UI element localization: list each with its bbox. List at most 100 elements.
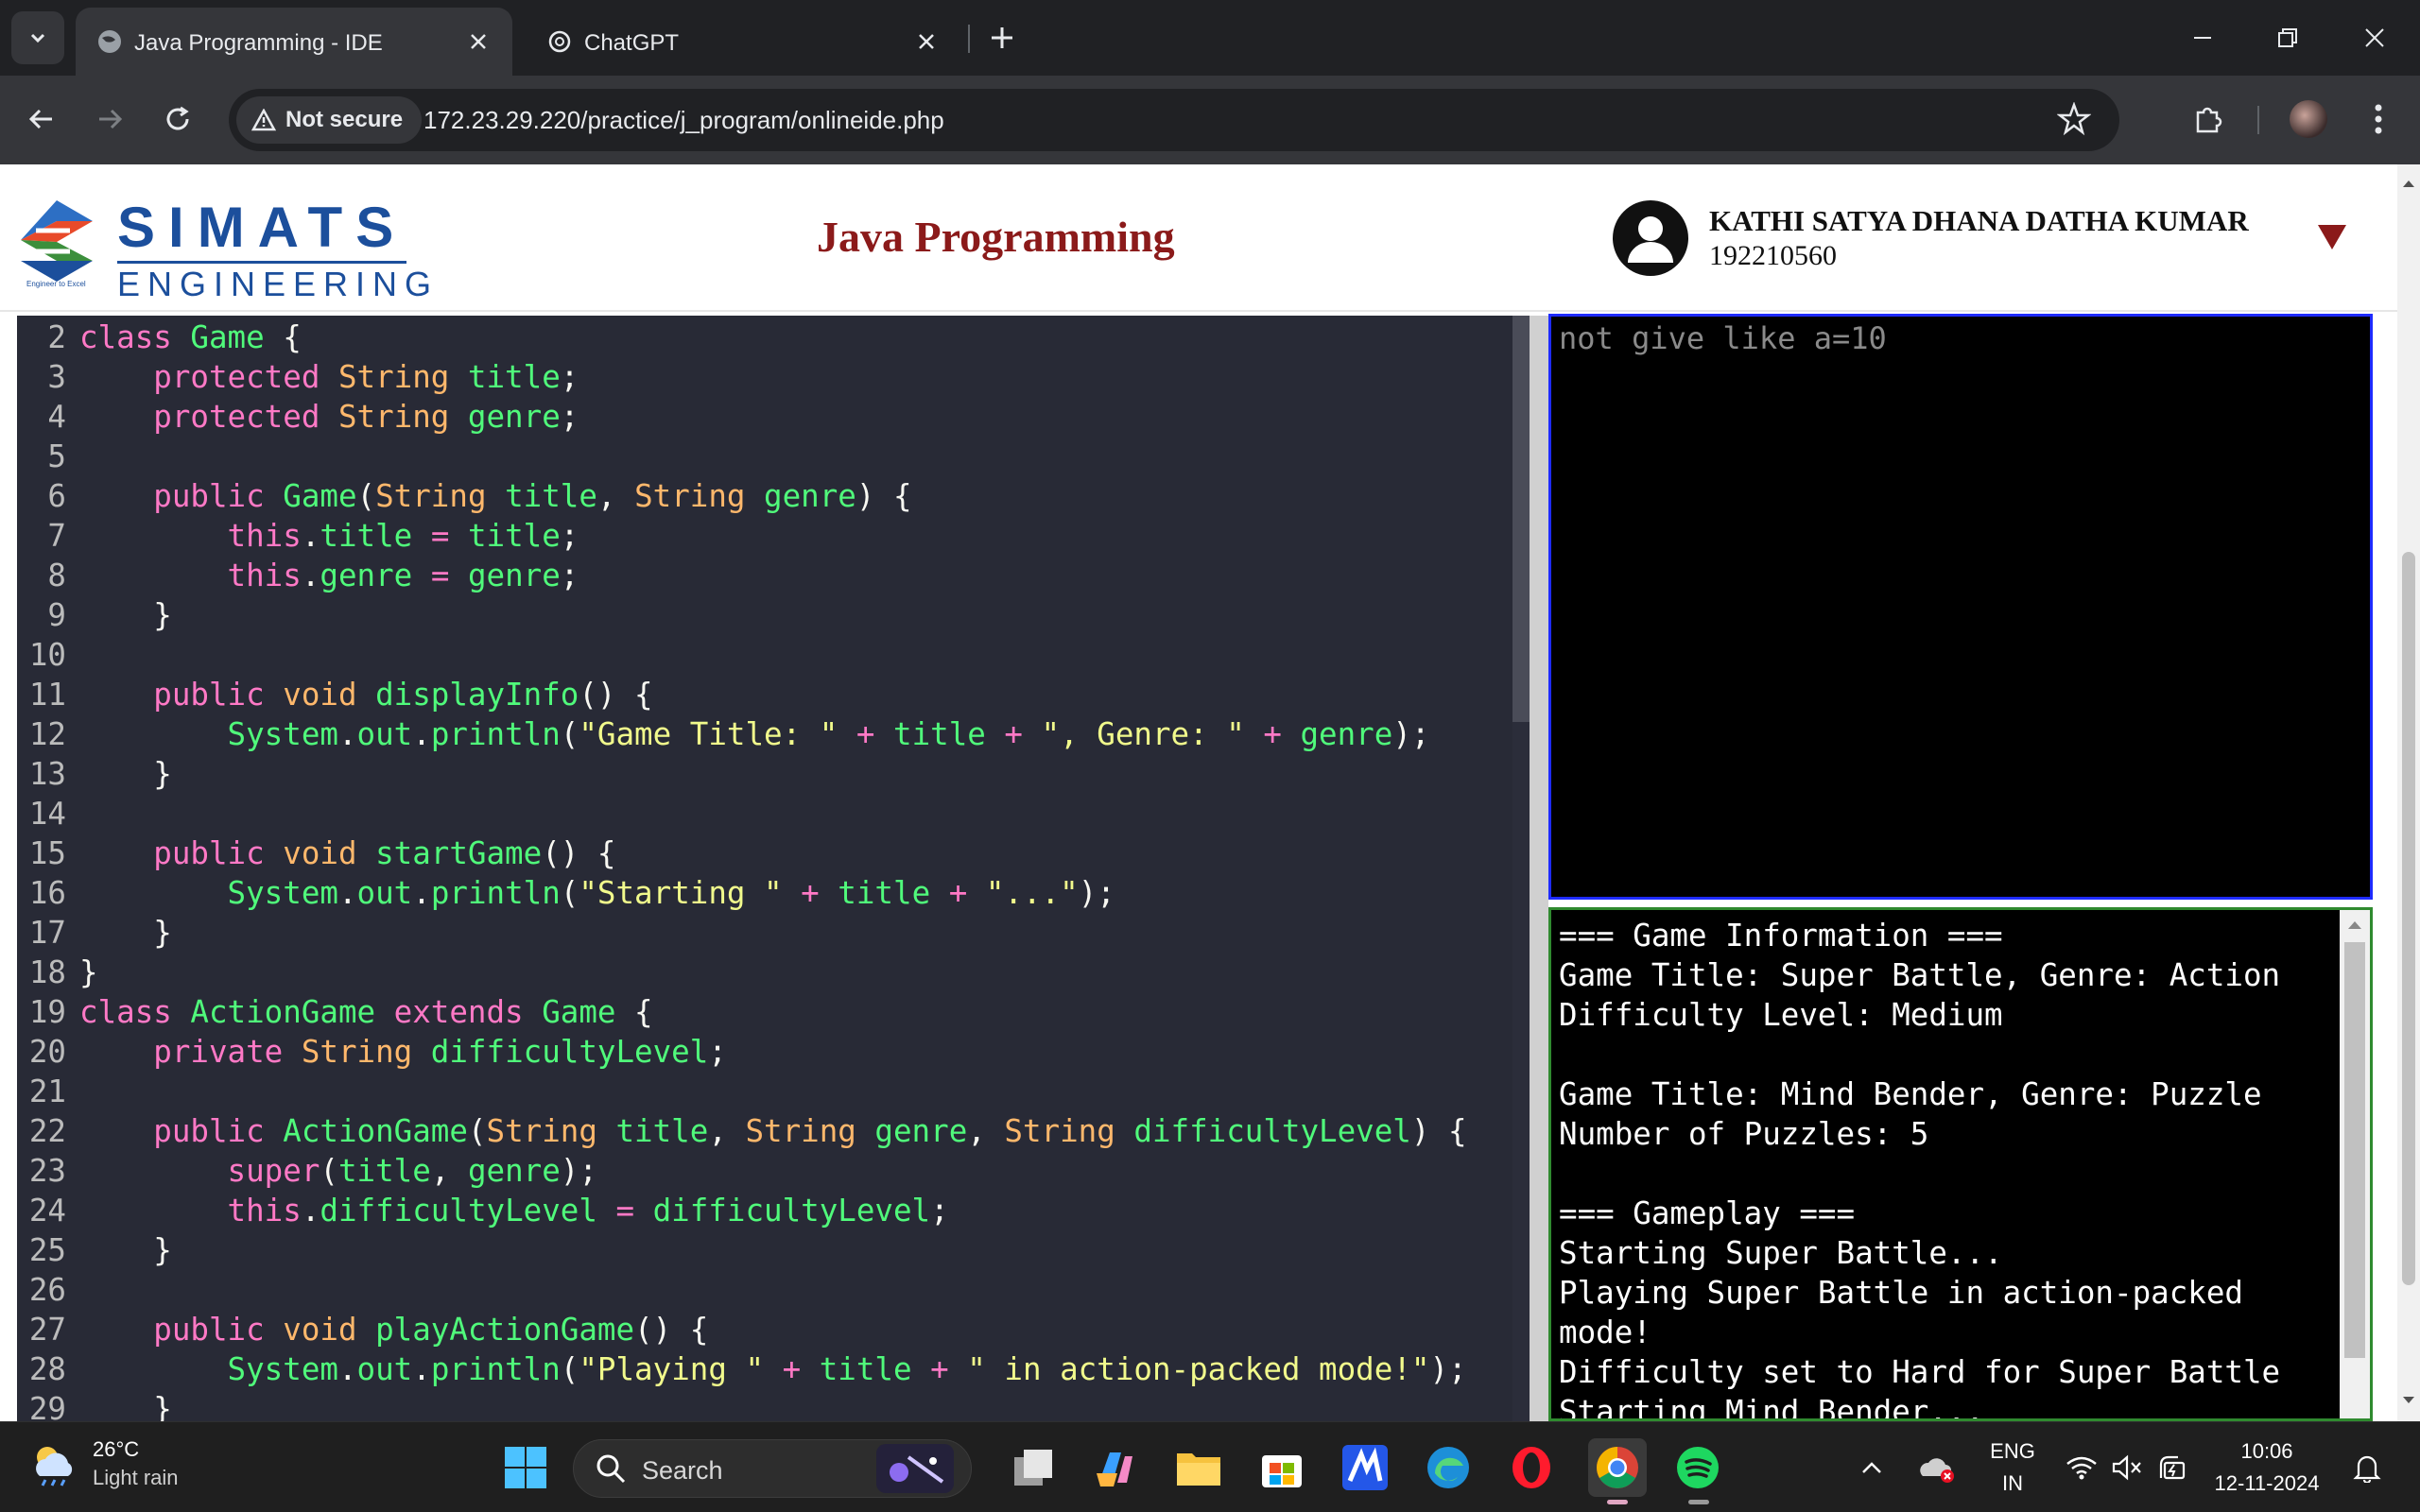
wifi-button[interactable] <box>2063 1441 2100 1494</box>
code-line[interactable]: 26 <box>17 1270 1530 1310</box>
output-scrollbar-thumb[interactable] <box>2344 942 2365 1358</box>
chrome-icon <box>1597 1447 1638 1488</box>
output-scrollbar[interactable] <box>2340 910 2370 1418</box>
code-line[interactable]: 25 } <box>17 1230 1530 1270</box>
code-line[interactable]: 7 this.title = title; <box>17 516 1530 556</box>
close-tab-icon[interactable] <box>909 25 943 59</box>
url-text[interactable]: 172.23.29.220/practice/j_program/onlinei… <box>424 106 944 135</box>
clock[interactable]: 10:06 12-11-2024 <box>2204 1439 2329 1496</box>
new-tab-button[interactable] <box>983 19 1021 57</box>
scroll-up-arrow-icon[interactable] <box>2401 176 2416 191</box>
weather-condition: Light rain <box>93 1466 179 1489</box>
tab-java-ide[interactable]: Java Programming - IDE <box>76 8 512 76</box>
scroll-down-arrow-icon[interactable] <box>2401 1393 2416 1408</box>
code-line[interactable]: 15 public void startGame() { <box>17 833 1530 873</box>
program-output-panel: === Game Information === Game Title: Sup… <box>1548 907 2373 1421</box>
start-button[interactable] <box>499 1441 552 1494</box>
code-line[interactable]: 3 protected String title; <box>17 357 1530 397</box>
code-text: System.out.println("Starting " + title +… <box>227 875 1115 911</box>
battery-button[interactable] <box>2153 1441 2191 1494</box>
code-line[interactable]: 5 <box>17 437 1530 476</box>
file-explorer-button[interactable] <box>1172 1441 1225 1494</box>
volume-button[interactable] <box>2108 1441 2146 1494</box>
code-line[interactable]: 13 } <box>17 754 1530 794</box>
code-line[interactable]: 16 System.out.println("Starting " + titl… <box>17 873 1530 913</box>
microsoft-store-button[interactable] <box>1255 1441 1308 1494</box>
chrome-button[interactable] <box>1588 1438 1647 1497</box>
code-line[interactable]: 10 <box>17 635 1530 675</box>
code-text: this.title = title; <box>227 518 579 554</box>
page-scrollbar-thumb[interactable] <box>2402 552 2415 1285</box>
code-text: System.out.println("Game Title: " + titl… <box>227 716 1430 752</box>
address-bar[interactable]: Not secure 172.23.29.220/practice/j_prog… <box>229 89 2119 151</box>
code-editor[interactable]: 2 class Game {3 protected String title; 4 … <box>17 316 1530 1421</box>
line-number: 19 <box>28 994 66 1030</box>
code-line[interactable]: 28 System.out.println("Playing " + title… <box>17 1349 1530 1389</box>
forward-button[interactable] <box>87 96 132 142</box>
task-view-icon <box>1014 1450 1052 1486</box>
extensions-button[interactable] <box>2186 96 2231 142</box>
line-number: 8 <box>47 558 66 593</box>
line-number: 6 <box>47 478 66 514</box>
stdin-input-panel[interactable]: not give like a=10 <box>1548 314 2373 900</box>
copilot-button[interactable] <box>1089 1441 1142 1494</box>
code-line[interactable]: 12 System.out.println("Game Title: " + t… <box>17 714 1530 754</box>
code-text: } <box>79 756 172 792</box>
profile-button[interactable] <box>2286 96 2331 142</box>
code-text: super(title, genre); <box>227 1153 597 1189</box>
code-line[interactable]: 18} <box>17 953 1530 992</box>
code-line[interactable]: 8 this.genre = genre; <box>17 556 1530 595</box>
code-line[interactable]: 11 public void displayInfo() { <box>17 675 1530 714</box>
code-line[interactable]: 27 public void playActionGame() { <box>17 1310 1530 1349</box>
restore-button[interactable] <box>2259 15 2316 60</box>
user-avatar-icon[interactable] <box>1613 200 1688 276</box>
line-number: 2 <box>47 319 66 355</box>
close-window-button[interactable] <box>2346 15 2403 60</box>
browser-menu-button[interactable] <box>2356 96 2401 142</box>
site-info-button[interactable]: Not secure <box>236 96 423 144</box>
language-indicator[interactable]: ENG IN <box>1979 1439 2046 1496</box>
spotify-button[interactable] <box>1671 1441 1724 1494</box>
code-line[interactable]: 17 } <box>17 913 1530 953</box>
page-scrollbar[interactable] <box>2397 164 2420 1421</box>
caret-down-icon[interactable] <box>2316 223 2348 251</box>
code-text: } <box>79 954 98 990</box>
code-line[interactable]: 20 private String difficultyLevel; <box>17 1032 1530 1072</box>
pane-divider[interactable] <box>1530 316 1548 1421</box>
language-code: ENG <box>1990 1439 2035 1463</box>
code-line[interactable]: 29 } <box>17 1389 1530 1421</box>
editor-scrollbar-thumb[interactable] <box>1512 316 1530 722</box>
search-label: Search <box>642 1456 723 1485</box>
editor-scrollbar[interactable] <box>1512 316 1530 1421</box>
minimize-button[interactable] <box>2174 15 2231 60</box>
opera-button[interactable] <box>1505 1441 1558 1494</box>
code-line[interactable]: 9 } <box>17 595 1530 635</box>
code-line[interactable]: 22 public ActionGame(String title, Strin… <box>17 1111 1530 1151</box>
scroll-up-arrow-icon[interactable] <box>2340 912 2370 938</box>
app-m-button[interactable] <box>1339 1441 1392 1494</box>
reload-button[interactable] <box>155 96 200 142</box>
code-line[interactable]: 23 super(title, genre); <box>17 1151 1530 1191</box>
edge-button[interactable] <box>1422 1441 1475 1494</box>
code-line[interactable]: 6 public Game(String title, String genre… <box>17 476 1530 516</box>
task-view-button[interactable] <box>1008 1441 1061 1494</box>
back-button[interactable] <box>19 96 64 142</box>
onedrive-button[interactable] <box>1915 1441 1959 1494</box>
bookmark-star-icon[interactable] <box>2056 101 2092 141</box>
weather-widget[interactable]: 26°C Light rain <box>28 1437 179 1490</box>
close-tab-icon[interactable] <box>461 25 495 59</box>
code-text: class ActionGame extends Game { <box>79 994 653 1030</box>
code-line[interactable]: 21 <box>17 1072 1530 1111</box>
code-text: protected String genre; <box>153 399 579 435</box>
code-line[interactable]: 14 <box>17 794 1530 833</box>
code-line[interactable]: 2 class Game { <box>17 318 1530 357</box>
show-hidden-icons-button[interactable] <box>1853 1441 1891 1494</box>
tab-chatgpt[interactable]: ChatGPT <box>526 8 960 76</box>
taskbar-search[interactable]: Search <box>573 1439 972 1498</box>
code-line[interactable]: 24 this.difficultyLevel = difficultyLeve… <box>17 1191 1530 1230</box>
notifications-button[interactable] <box>2348 1441 2386 1494</box>
code-line[interactable]: 4 protected String genre; <box>17 397 1530 437</box>
tab-search-button[interactable] <box>11 11 64 64</box>
code-line[interactable]: 19 class ActionGame extends Game { <box>17 992 1530 1032</box>
plus-icon <box>992 27 1012 48</box>
